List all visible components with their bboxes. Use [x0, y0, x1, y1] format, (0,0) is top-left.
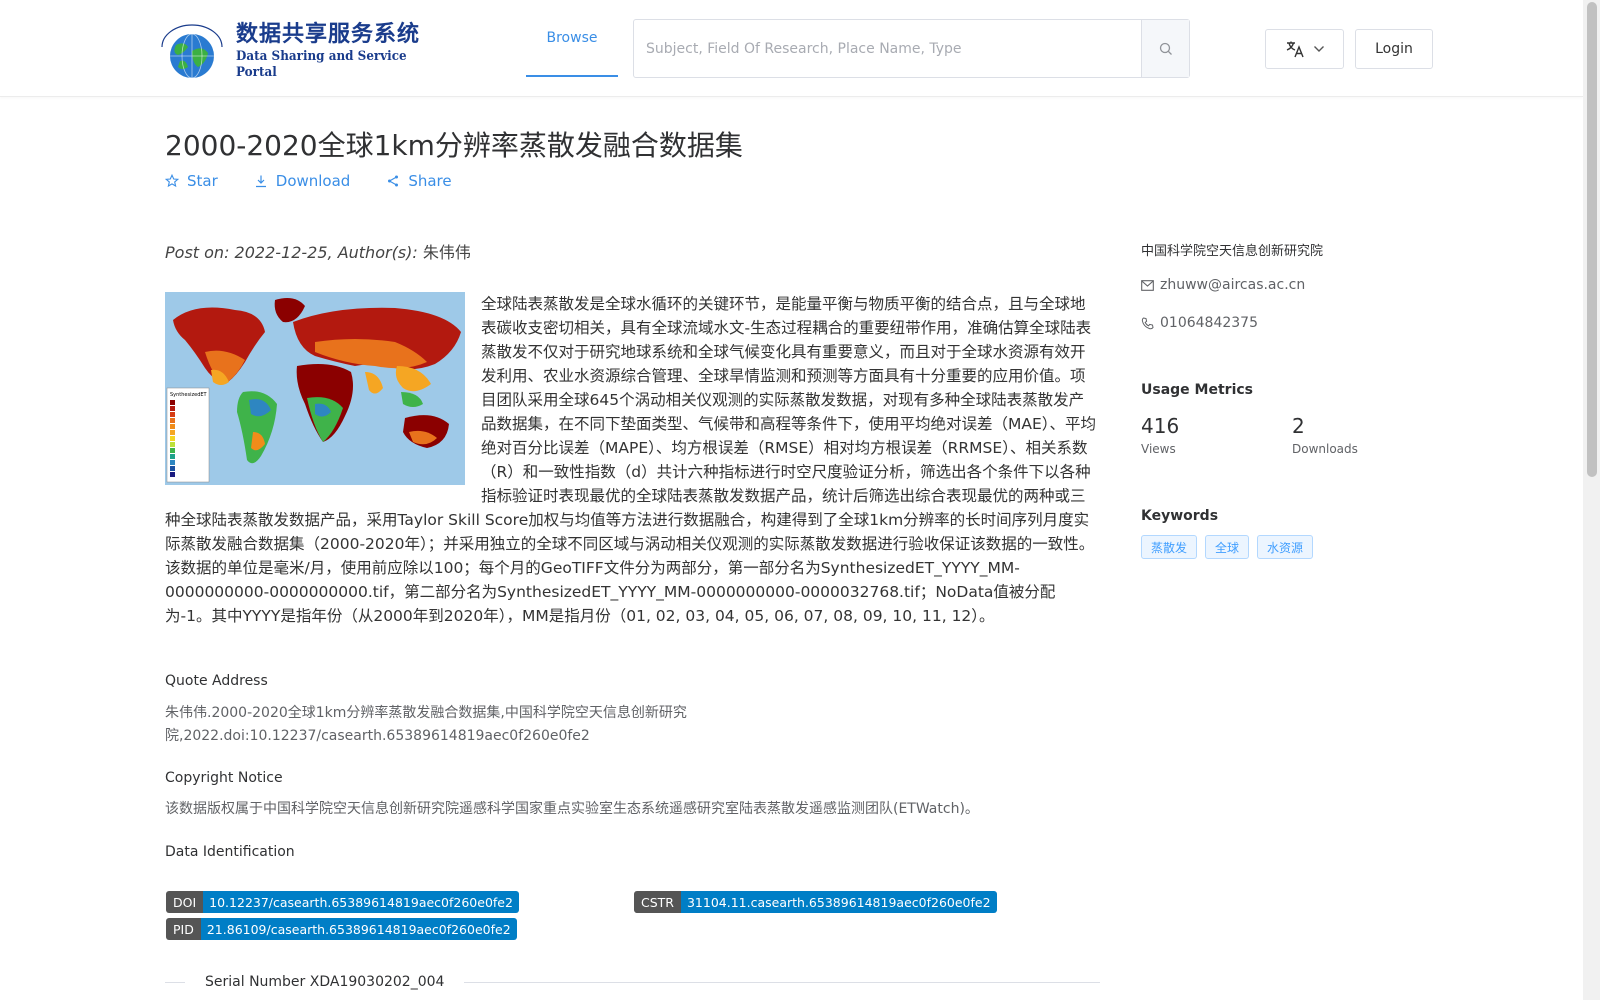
dataset-actions: Star Download Share — [165, 172, 452, 190]
star-button[interactable]: Star — [165, 172, 218, 190]
serial-number-text: Serial Number XDA19030202_004 — [205, 974, 445, 990]
map-legend-title: SynthesizedET — [170, 392, 208, 398]
search-input[interactable] — [634, 20, 1141, 77]
logo-title-cn: 数据共享服务系统 — [236, 22, 421, 47]
search-button[interactable] — [1141, 20, 1189, 77]
usage-metrics-heading: Usage Metrics — [1141, 382, 1253, 398]
keywords-heading: Keywords — [1141, 508, 1219, 524]
doi-badge-key: DOI — [166, 891, 204, 913]
contact-email[interactable]: zhuww@aircas.ac.cn — [1141, 277, 1305, 293]
contact-phone-text: 01064842375 — [1160, 315, 1258, 331]
doi-badge-value: 10.12237/casearth.65389614819aec0f260e0f… — [203, 891, 519, 913]
copyright-text: 该数据版权属于中国科学院空天信息创新研究院遥感科学国家重点实验室生态系统遥感研究… — [165, 801, 979, 817]
star-label: Star — [187, 172, 218, 190]
nav-browse-tab[interactable]: Browse — [526, 0, 618, 77]
views-metric: 416 Views — [1141, 414, 1179, 456]
search-bar — [633, 19, 1190, 78]
site-logo[interactable]: 数据共享服务系统 Data Sharing and Service Portal — [154, 22, 434, 80]
views-label: Views — [1141, 442, 1176, 456]
chevron-down-icon — [1313, 46, 1324, 52]
doi-badge[interactable]: DOI 10.12237/casearth.65389614819aec0f26… — [166, 891, 519, 913]
keyword-tags: 蒸散发 全球 水资源 — [1141, 535, 1314, 559]
organization-name: 中国科学院空天信息创新研究院 — [1141, 244, 1324, 259]
translate-icon — [1286, 41, 1304, 58]
quote-address-text: 朱伟伟.2000-2020全球1km分辨率蒸散发融合数据集,中国科学院空天信息创… — [165, 705, 687, 744]
keyword-tag[interactable]: 水资源 — [1257, 535, 1314, 559]
pid-badge-value: 21.86109/casearth.65389614819aec0f260e0f… — [200, 918, 517, 940]
globe-logo-icon — [154, 23, 230, 79]
share-button[interactable]: Share — [386, 172, 452, 190]
cstr-badge-key: CSTR — [634, 891, 681, 913]
dataset-description-block: SynthesizedET 全球陆表蒸散发是全球水循环的关键环节，是能量平衡与物… — [165, 292, 1097, 628]
evapotranspiration-map-image: SynthesizedET — [165, 292, 465, 485]
scrollbar-thumb[interactable] — [1587, 2, 1597, 477]
download-icon — [255, 175, 266, 188]
phone-icon — [1141, 316, 1154, 329]
star-icon — [165, 174, 179, 188]
pid-badge[interactable]: PID 21.86109/casearth.65389614819aec0f26… — [166, 918, 517, 940]
author-name: 朱伟伟 — [422, 243, 471, 262]
keyword-tag[interactable]: 蒸散发 — [1141, 535, 1198, 559]
downloads-metric: 2 Downloads — [1292, 414, 1358, 456]
search-icon — [1159, 42, 1172, 55]
downloads-label: Downloads — [1292, 442, 1358, 456]
data-identification-heading: Data Identification — [165, 844, 295, 860]
download-button[interactable]: Download — [254, 172, 351, 190]
divider-line-left — [165, 981, 185, 983]
pid-badge-key: PID — [166, 918, 201, 940]
serial-number-divider: Serial Number XDA19030202_004 — [165, 972, 1100, 992]
language-switch-button[interactable] — [1265, 29, 1344, 69]
top-header: 数据共享服务系统 Data Sharing and Service Portal… — [0, 0, 1583, 97]
logo-title-en: Data Sharing and Service Portal — [236, 49, 407, 80]
page-scrollbar[interactable] — [1583, 0, 1600, 1000]
quote-address-heading: Quote Address — [165, 673, 268, 689]
contact-phone: 01064842375 — [1141, 315, 1258, 331]
divider-line-right — [464, 981, 1100, 983]
share-label: Share — [408, 172, 452, 190]
post-date: Post on: 2022-12-25, Author(s): — [165, 243, 423, 262]
downloads-count: 2 — [1292, 414, 1305, 438]
copyright-heading: Copyright Notice — [165, 770, 283, 786]
share-icon — [388, 175, 399, 187]
cstr-badge[interactable]: CSTR 31104.11.casearth.65389614819aec0f2… — [634, 891, 997, 913]
post-meta: Post on: 2022-12-25, Author(s): 朱伟伟 — [165, 239, 471, 263]
download-label: Download — [275, 172, 351, 190]
views-count: 416 — [1141, 414, 1180, 438]
contact-email-text: zhuww@aircas.ac.cn — [1160, 277, 1306, 293]
mail-icon — [1141, 279, 1154, 291]
keyword-tag[interactable]: 全球 — [1205, 535, 1250, 559]
cstr-badge-value: 31104.11.casearth.65389614819aec0f260e0f… — [680, 891, 997, 913]
dataset-title: 2000-2020全球1km分辨率蒸散发融合数据集 — [165, 129, 743, 162]
login-button[interactable]: Login — [1355, 29, 1433, 69]
